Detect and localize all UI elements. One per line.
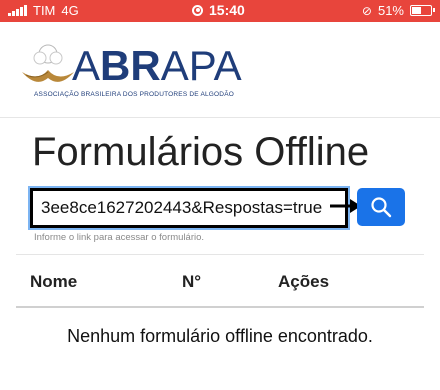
alarm-icon: ⊘ (361, 3, 372, 18)
carrier-label: TIM (33, 3, 56, 18)
clock: 15:40 (209, 2, 245, 18)
column-header-numero: N° (182, 272, 202, 291)
search-field-wrapper: 3ee8ce1627202443&Respostas=true (28, 186, 350, 230)
network-label: 4G (61, 3, 79, 18)
column-header-acoes: Ações (278, 272, 330, 291)
brand-part-2: BR (100, 42, 161, 89)
screen: TIM 4G 15:40 ⊘ 51% ABRAPA ASSOCIAÇÃO BRA… (0, 0, 440, 390)
signal-icon (8, 5, 27, 16)
brand-part-3: APA (160, 42, 242, 89)
table-divider-top (16, 254, 424, 255)
status-left: TIM 4G (8, 3, 79, 18)
empty-state-message: Nenhum formulário offline encontrado. (67, 326, 373, 346)
brand-part-1: A (72, 42, 101, 89)
brand-subtitle: ASSOCIAÇÃO BRASILEIRA DOS PRODUTORES DE … (34, 91, 234, 98)
search-icon (371, 197, 392, 218)
search-button[interactable] (357, 188, 405, 226)
table-divider-header (16, 306, 424, 308)
status-right: ⊘ 51% (361, 3, 435, 18)
page-title: Formulários Offline (32, 130, 370, 174)
link-input[interactable]: 3ee8ce1627202443&Respostas=true (28, 186, 350, 230)
recording-icon (192, 4, 203, 16)
search-hint: Informe o link para acessar o formulário… (34, 232, 205, 243)
status-center: 15:40 (192, 2, 245, 18)
battery-percent: 51% (377, 3, 404, 18)
app-header: ABRAPA ASSOCIAÇÃO BRASILEIRA DOS PRODUTO… (0, 22, 440, 118)
status-bar: TIM 4G 15:40 ⊘ 51% (0, 0, 440, 22)
link-input-value: 3ee8ce1627202443&Respostas=true (41, 198, 323, 217)
cotton-logo-icon (22, 44, 74, 82)
brand-name: ABRAPA (72, 42, 242, 90)
battery-icon (410, 5, 435, 16)
battery-fill (412, 7, 421, 14)
column-header-nome: Nome (30, 272, 78, 291)
